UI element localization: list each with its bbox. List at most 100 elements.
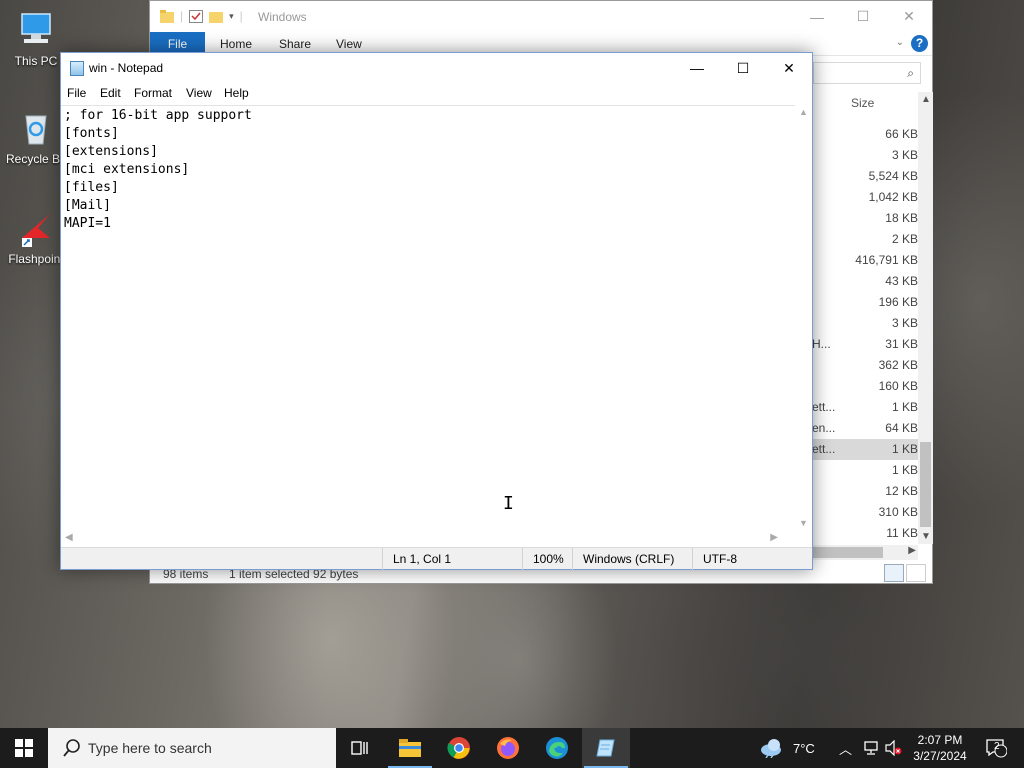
weather-widget[interactable]: 7°C (760, 728, 815, 768)
scroll-up-icon[interactable]: ▲ (799, 107, 808, 117)
maximize-icon[interactable]: ☐ (720, 53, 766, 83)
table-row[interactable]: H... 31 KB (812, 334, 918, 355)
encoding: UTF-8 (692, 548, 802, 570)
explorer-window-controls: — ☐ ✕ (794, 1, 932, 32)
file-size-cell: 2 KB (891, 232, 918, 246)
file-size-cell: 1,042 KB (868, 190, 918, 204)
system-clock[interactable]: 2:07 PM 3/27/2024 (905, 732, 975, 764)
action-center-button[interactable]: 2 (982, 728, 1010, 768)
notepad-window[interactable]: win - Notepad — ☐ ✕ File Edit Format Vie… (60, 52, 813, 570)
ribbon-tab-home[interactable]: Home (220, 37, 252, 51)
scroll-left-icon[interactable]: ◀ (65, 532, 73, 543)
scroll-up-icon[interactable]: ▲ (921, 94, 931, 105)
explorer-title: Windows (258, 10, 307, 24)
table-row[interactable]: 18 KB (812, 208, 918, 229)
table-row[interactable]: 2 KB (812, 229, 918, 250)
close-icon[interactable]: ✕ (766, 53, 812, 83)
file-size-cell: 160 KB (878, 379, 918, 393)
scrollbar-thumb[interactable] (813, 547, 883, 558)
file-size-cell: 18 KB (885, 211, 918, 225)
taskbar-chrome[interactable] (435, 728, 483, 768)
volume-control[interactable] (884, 728, 902, 768)
editor-horizontal-scrollbar[interactable]: ◀ ▶ (61, 530, 796, 547)
table-row[interactable]: en... 64 KB (812, 418, 918, 439)
menu-help[interactable]: Help (224, 86, 249, 100)
minimize-icon[interactable]: — (794, 1, 840, 32)
desktop-icon-recycle-bin[interactable]: Recycle Bin (6, 108, 66, 166)
edge-icon (546, 737, 568, 759)
desktop-icon-flashpoint[interactable]: Flashpoint (6, 208, 66, 266)
scroll-down-icon[interactable]: ▼ (799, 518, 808, 528)
column-header-size[interactable]: Size (851, 96, 874, 110)
menu-file[interactable]: File (67, 86, 86, 100)
table-row[interactable]: 3 KB (812, 145, 918, 166)
large-icons-view-icon[interactable] (906, 564, 926, 582)
chevron-down-icon[interactable]: ⌄ (896, 37, 904, 48)
explorer-titlebar[interactable]: | ▾ | Windows — ☐ ✕ (150, 1, 932, 32)
taskbar-file-explorer[interactable] (386, 728, 434, 768)
table-row[interactable]: 12 KB (812, 481, 918, 502)
search-input[interactable]: ⌕ (813, 62, 921, 84)
help-icon[interactable]: ? (911, 35, 928, 52)
network-status[interactable] (862, 728, 880, 768)
line-ending: Windows (CRLF) (572, 548, 692, 570)
maximize-icon[interactable]: ☐ (840, 1, 886, 32)
editor-vertical-scrollbar[interactable]: ▲ ▼ (795, 105, 812, 530)
table-row[interactable]: ett... 1 KB (812, 439, 918, 460)
scroll-down-icon[interactable]: ▼ (921, 531, 931, 542)
explorer-horizontal-scrollbar[interactable]: ▶ (813, 545, 918, 560)
file-size-cell: 64 KB (885, 421, 918, 435)
table-row[interactable]: 5,524 KB (812, 166, 918, 187)
desktop-icon-this-pc[interactable]: This PC (6, 10, 66, 68)
properties-icon[interactable] (189, 9, 204, 23)
file-size-cell: 43 KB (885, 274, 918, 288)
quick-access-toolbar: | ▾ | (160, 9, 243, 23)
taskbar-search-box[interactable]: Type here to search (48, 728, 336, 768)
table-row[interactable]: 1,042 KB (812, 187, 918, 208)
separator: | (239, 9, 243, 23)
scroll-right-icon[interactable]: ▶ (908, 545, 916, 556)
chevron-up-icon: ︿ (839, 741, 853, 757)
explorer-vertical-scrollbar[interactable]: ▲ ▼ (918, 92, 933, 544)
ribbon-tab-share[interactable]: Share (279, 37, 311, 51)
table-row[interactable]: 43 KB (812, 271, 918, 292)
file-name-cell: ett... (812, 400, 836, 414)
table-row[interactable]: 196 KB (812, 292, 918, 313)
notepad-titlebar[interactable]: win - Notepad — ☐ ✕ (61, 53, 812, 83)
minimize-icon[interactable]: — (674, 53, 720, 83)
menu-edit[interactable]: Edit (100, 86, 121, 100)
file-name-cell: H... (812, 337, 831, 351)
ribbon-tab-view[interactable]: View (336, 37, 362, 51)
desktop-icon-label: Flashpoint (8, 252, 64, 266)
details-view-icon[interactable] (884, 564, 904, 582)
menu-view[interactable]: View (186, 86, 212, 100)
table-row[interactable]: 66 KB (812, 124, 918, 145)
show-hidden-icons[interactable]: ︿ (839, 728, 852, 768)
customize-toolbar-icon[interactable]: ▾ (229, 11, 234, 22)
text-editor[interactable]: ; for 16-bit app support [fonts] [extens… (61, 105, 796, 581)
notepad-icon (596, 739, 615, 757)
table-row[interactable]: 160 KB (812, 376, 918, 397)
file-list: 66 KB 3 KB 5,524 KB 1,042 KB 18 KB 2 KB 416,79… (812, 124, 918, 544)
table-row[interactable]: 11 KB (812, 523, 918, 544)
file-size-cell: 416,791 KB (855, 253, 918, 267)
file-size-cell: 362 KB (878, 358, 918, 372)
taskbar-firefox[interactable] (484, 728, 532, 768)
desktop-icon-label: This PC (14, 54, 58, 68)
menu-format[interactable]: Format (134, 86, 172, 100)
table-row[interactable]: 1 KB (812, 460, 918, 481)
taskbar-task-view[interactable] (336, 728, 384, 768)
new-folder-icon[interactable] (209, 10, 224, 23)
scroll-right-icon[interactable]: ▶ (770, 532, 778, 543)
scrollbar-thumb[interactable] (920, 442, 931, 527)
table-row[interactable]: 416,791 KB (812, 250, 918, 271)
table-row[interactable]: 362 KB (812, 355, 918, 376)
start-button[interactable] (0, 728, 48, 768)
table-row[interactable]: 3 KB (812, 313, 918, 334)
taskbar-notepad[interactable] (582, 728, 630, 768)
table-row[interactable]: 310 KB (812, 502, 918, 523)
document-text[interactable]: ; for 16-bit app support [fonts] [extens… (61, 106, 796, 233)
table-row[interactable]: ett... 1 KB (812, 397, 918, 418)
taskbar-edge[interactable] (533, 728, 581, 768)
close-icon[interactable]: ✕ (886, 1, 932, 32)
